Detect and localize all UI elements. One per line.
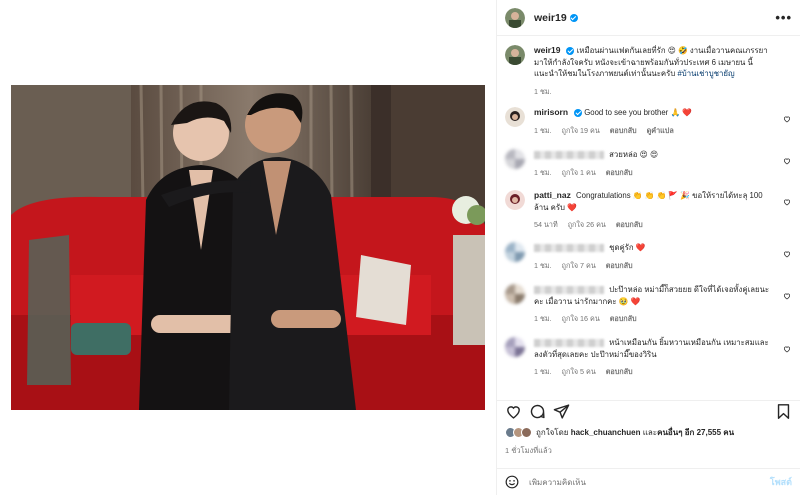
comment-text: Good to see you brother 🙏 ❤️ [584, 108, 693, 117]
blurred-username [534, 150, 604, 159]
post-header: weir19 ••• [497, 0, 800, 36]
comment-input[interactable] [529, 477, 749, 487]
caption-username[interactable]: weir19 [534, 45, 560, 55]
commenter-avatar[interactable] [505, 107, 525, 127]
heart-icon[interactable] [783, 292, 791, 300]
author-avatar[interactable] [505, 7, 525, 28]
author-username[interactable]: weir19 [534, 12, 567, 24]
media-panel [0, 0, 497, 495]
comment-text: ชุดคู่รัก ❤️ [609, 243, 646, 252]
reply-button[interactable]: ตอบกลับ [616, 220, 643, 229]
heart-icon[interactable] [783, 157, 791, 165]
liker-avatars [505, 427, 532, 438]
commenter-avatar[interactable] [505, 337, 525, 357]
emoji-icon[interactable] [505, 475, 519, 489]
post-photo[interactable] [11, 85, 485, 410]
comment-time: 1 ชม. [534, 167, 552, 177]
reply-button[interactable]: ตอบกลับ [610, 126, 637, 135]
caption-item: weir19 เหมือนผ่านแฟตกันเลยที่รัก 😍 🤣 งาน… [505, 45, 795, 97]
liker-username[interactable]: hack_chuanchuen [571, 428, 641, 437]
author-avatar[interactable] [505, 45, 525, 65]
comment-time: 1 ชม. [534, 260, 552, 270]
comment-likes[interactable]: ถูกใจ 26 คน [568, 220, 606, 229]
heart-icon[interactable] [783, 115, 791, 123]
verified-icon [574, 108, 583, 117]
caption-body: weir19 เหมือนผ่านแฟตกันเลยที่รัก 😍 🤣 งาน… [534, 45, 774, 97]
reply-button[interactable]: ตอบกลับ [606, 261, 633, 270]
post-comment-button[interactable]: โพสต์ [770, 475, 792, 489]
commenter-avatar[interactable] [505, 242, 525, 262]
comment-item: สวยหล่อ 😍 😍 1 ชม. ถูกใจ 1 คน ตอบกลับ [505, 149, 795, 178]
heart-icon[interactable] [783, 250, 791, 258]
comment-item: mirisorn Good to see you brother 🙏 ❤️ 1 … [505, 107, 795, 136]
caption-time: 1 ชม. [534, 86, 552, 96]
reply-button[interactable]: ตอบกลับ [610, 314, 637, 323]
verified-icon [569, 13, 578, 22]
comment-item: ปะป๊าหล่อ หม่ามี๊ก็สวยยย ดีใจที่ได้เจอทั… [505, 284, 795, 325]
photo-illustration [11, 85, 485, 410]
likes-summary[interactable]: ถูกใจโดย hack_chuanchuen และ คนอื่นๆ อีก … [505, 426, 734, 439]
bookmark-icon[interactable] [775, 403, 792, 420]
blurred-username [534, 285, 604, 294]
comment-icon[interactable] [529, 403, 546, 420]
hashtag-link[interactable]: #บ้านเช่าบูชายัญ [677, 69, 734, 78]
comment-item: patti_naz Congratulations 👏 👏 👏 🚩 🎉 ขอให… [505, 190, 795, 231]
heart-icon[interactable] [783, 345, 791, 353]
blurred-username [534, 243, 604, 252]
share-icon[interactable] [553, 403, 570, 420]
post-time: 1 ชั่วโมงที่แล้ว [505, 446, 552, 455]
commenter-avatar[interactable] [505, 284, 525, 304]
likes-middle: และ [642, 428, 658, 437]
comment-likes[interactable]: ถูกใจ 19 คน [562, 126, 600, 135]
reply-button[interactable]: ตอบกลับ [606, 168, 633, 177]
post-side-panel: weir19 ••• weir19 เหมือนผ่านแฟตกันเลยที่… [497, 0, 800, 495]
blurred-username [534, 338, 604, 347]
comment-time: 54 นาที [534, 220, 558, 229]
likes-others[interactable]: คนอื่นๆ อีก 27,555 คน [657, 426, 734, 439]
comment-item: หน้าเหมือนกัน ยิ้มหวานเหมือนกัน เหมาะสมแ… [505, 337, 795, 378]
translate-link[interactable]: ดูคำแปล [647, 126, 674, 135]
heart-icon[interactable] [505, 403, 522, 420]
comments-list[interactable]: weir19 เหมือนผ่านแฟตกันเลยที่รัก 😍 🤣 งาน… [497, 37, 800, 392]
comment-item: ชุดคู่รัก ❤️ 1 ชม. ถูกใจ 7 คน ตอบกลับ [505, 242, 795, 271]
comment-time: 1 ชม. [534, 314, 552, 323]
reply-button[interactable]: ตอบกลับ [606, 367, 633, 376]
commenter-avatar[interactable] [505, 190, 525, 210]
verified-icon [566, 46, 575, 55]
comment-likes[interactable]: ถูกใจ 7 คน [562, 261, 596, 270]
post-viewer: weir19 ••• weir19 เหมือนผ่านแฟตกันเลยที่… [0, 0, 800, 495]
commenter-username[interactable]: patti_naz [534, 190, 571, 200]
more-icon[interactable]: ••• [775, 10, 792, 25]
commenter-avatar[interactable] [505, 149, 525, 169]
commenter-username[interactable]: mirisorn [534, 107, 568, 117]
comment-likes[interactable]: ถูกใจ 16 คน [562, 314, 600, 323]
add-comment-bar: โพสต์ [497, 468, 800, 495]
likes-prefix: ถูกใจโดย [536, 428, 569, 437]
comment-text: สวยหล่อ 😍 😍 [609, 150, 659, 159]
comment-likes[interactable]: ถูกใจ 5 คน [562, 367, 596, 376]
comment-likes[interactable]: ถูกใจ 1 คน [562, 168, 596, 177]
comment-time: 1 ชม. [534, 367, 552, 376]
heart-icon[interactable] [783, 198, 791, 206]
comment-time: 1 ชม. [534, 125, 552, 135]
action-bar [497, 400, 800, 422]
